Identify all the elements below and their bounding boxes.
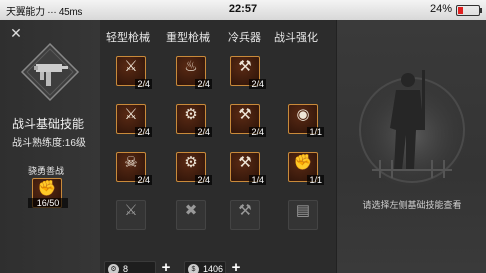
- locked-pistol-icon: ⚔: [124, 202, 138, 219]
- pistol-icon: ☠: [124, 154, 138, 171]
- category-melee: 冷兵器: [228, 32, 261, 44]
- skill-slot[interactable]: ♨ 2/4: [176, 56, 212, 89]
- close-button[interactable]: ✕: [8, 25, 24, 41]
- proficiency-level: 战斗熟练度:16级: [12, 138, 86, 149]
- category-heavy-guns: 重型枪械: [166, 32, 210, 44]
- skill-level: 1/1: [307, 127, 324, 137]
- smg-icon: ⚔: [124, 58, 138, 75]
- soldier-silhouette-icon: [356, 70, 468, 186]
- brave-skill-count: 16/50: [28, 198, 68, 208]
- skill-level: 2/4: [195, 79, 212, 89]
- money-box: $ 1406: [184, 261, 226, 273]
- money-coin-icon: $: [188, 264, 199, 273]
- skill-slot[interactable]: ⚒ 2/4: [230, 56, 266, 89]
- skill-slot[interactable]: ⚙ 2/4: [176, 104, 212, 137]
- blade-icon: ⚒: [238, 58, 252, 75]
- knife-icon: ⚒: [238, 106, 252, 123]
- skill-category-title: 战斗基础技能: [12, 117, 85, 131]
- battery-fill: [458, 7, 463, 14]
- skill-point-icon: ⚙: [108, 264, 119, 273]
- skill-slot[interactable]: ⚒: [230, 200, 260, 230]
- category-light-guns: 轻型枪械: [106, 32, 150, 44]
- skill-slot[interactable]: ⚙ 2/4: [176, 152, 212, 185]
- skill-grid: 轻型枪械 重型枪械 冷兵器 战斗强化 ⚔ 2/4 ♨ 2/4 ⚒ 2/4 ⚔ 2/4 ⚙ 2/4 ⚒…: [100, 20, 336, 273]
- fist-icon: ✊: [37, 180, 57, 197]
- battery-icon: [456, 5, 482, 16]
- skill-slot[interactable]: ✊ 1/1: [288, 152, 324, 185]
- weapon-emblem-icon: [20, 42, 80, 102]
- skill-level: 2/4: [195, 175, 212, 185]
- grenade-icon: ⚙: [184, 106, 198, 123]
- skill-level: 2/4: [249, 127, 266, 137]
- skill-level: 2/4: [135, 127, 152, 137]
- category-combat-boost: 战斗强化: [274, 32, 318, 44]
- skill-slot[interactable]: ⚔ 2/4: [116, 56, 152, 89]
- locked-armor-icon: ▤: [295, 202, 311, 219]
- skill-level: 2/4: [195, 127, 212, 137]
- add-skill-points-button[interactable]: +: [158, 260, 174, 273]
- skill-level: 2/4: [249, 79, 266, 89]
- brave-skill-label: 骁勇善战: [28, 166, 65, 176]
- skill-slot[interactable]: ⚒ 2/4: [230, 104, 266, 137]
- left-panel: ✕ 战斗基础技能 战斗熟练度:16级 骁勇善战 ✊ 16/50: [0, 20, 100, 273]
- add-money-button[interactable]: +: [228, 260, 244, 273]
- skill-slot[interactable]: ⚔ 2/4: [116, 104, 152, 137]
- clock: 22:57: [228, 3, 258, 15]
- fist-icon: ✊: [293, 154, 313, 171]
- rifle-icon: ⚔: [124, 106, 138, 123]
- skill-slot[interactable]: ▤: [288, 200, 318, 230]
- sword-icon: ⚒: [238, 154, 252, 171]
- skill-level: 1/4: [249, 175, 266, 185]
- eye-icon: ◉: [296, 106, 310, 123]
- status-bar: 天翼能力 ··· 45ms 22:57 24%: [0, 0, 486, 20]
- skill-points-value: 8: [123, 264, 129, 273]
- skill-slot[interactable]: ◉ 1/1: [288, 104, 324, 137]
- skill-level: 2/4: [135, 79, 152, 89]
- skill-slot[interactable]: ⚔: [116, 200, 146, 230]
- skill-points-box: ⚙ 8: [104, 261, 156, 273]
- battery-percent: 24%: [429, 3, 452, 15]
- flame-icon: ♨: [184, 58, 198, 75]
- skill-slot[interactable]: ⚒ 1/4: [230, 152, 266, 185]
- skill-slot[interactable]: ☠ 2/4: [116, 152, 152, 185]
- skill-slot[interactable]: ✖: [176, 200, 206, 230]
- money-value: 1406: [203, 264, 224, 273]
- game-screen: 天翼能力 ··· 45ms 22:57 24% ✕ 战斗基础技能 战斗熟练度:1…: [0, 0, 486, 273]
- skill-level: 1/1: [307, 175, 324, 185]
- locked-cross-icon: ✖: [184, 202, 198, 219]
- skill-level: 2/4: [135, 175, 152, 185]
- locked-blade-icon: ⚒: [238, 202, 252, 219]
- select-skill-hint: 请选择左侧基础技能查看: [362, 200, 462, 210]
- gun-icon: ⚙: [184, 154, 198, 171]
- detail-panel: 请选择左侧基础技能查看: [336, 20, 486, 273]
